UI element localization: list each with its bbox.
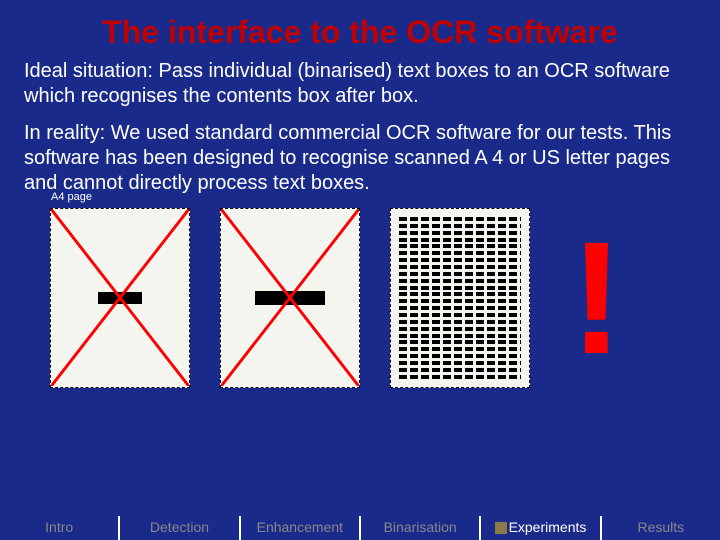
exclamation-mark: !: [570, 222, 623, 374]
text-box-small: [98, 292, 142, 304]
nav-results[interactable]: Results: [600, 516, 720, 540]
a4-page-label: A4 page: [51, 191, 92, 203]
a4-page-dense: [390, 208, 530, 388]
nav-enhancement[interactable]: Enhancement: [239, 516, 359, 540]
a4-page-sparse-small: A4 page: [50, 208, 190, 388]
nav-detection[interactable]: Detection: [118, 516, 238, 540]
a4-page-sparse-medium: [220, 208, 360, 388]
nav-experiments[interactable]: Experiments: [479, 516, 599, 540]
figure-row: A4 page !: [0, 208, 720, 388]
dense-text-fill: [399, 217, 521, 379]
nav-intro[interactable]: Intro: [0, 516, 118, 540]
nav-bar: Intro Detection Enhancement Binarisation…: [0, 516, 720, 540]
paragraph-ideal: Ideal situation: Pass individual (binari…: [0, 59, 720, 109]
nav-binarisation[interactable]: Binarisation: [359, 516, 479, 540]
text-box-medium: [255, 291, 325, 305]
slide-title: The interface to the OCR software: [0, 0, 720, 59]
paragraph-reality: In reality: We used standard commercial …: [0, 121, 720, 196]
experiments-icon: [495, 522, 507, 534]
nav-experiments-label: Experiments: [509, 519, 587, 535]
